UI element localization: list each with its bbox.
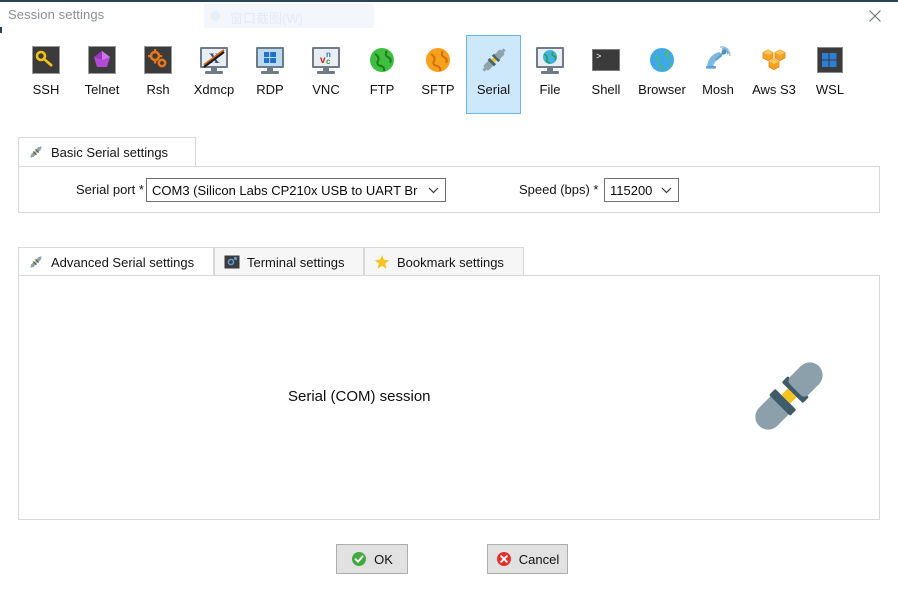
x-monitor-icon: X: [198, 44, 230, 76]
protocol-label: FTP: [369, 82, 395, 97]
serial-plug-icon: [28, 144, 44, 160]
windows-icon: [814, 44, 846, 76]
window-title: Session settings: [8, 7, 105, 22]
protocol-label: Serial: [476, 82, 511, 97]
tab-label: Terminal settings: [247, 254, 345, 270]
serial-port-value: COM3 (Silicon Labs CP210x USB to UART Br: [152, 182, 418, 198]
green-globe-icon: [366, 44, 398, 76]
key-icon: [30, 44, 62, 76]
svg-text:>: >: [596, 52, 601, 62]
ghost-dot-icon: [210, 11, 220, 21]
ghost-tooltip-text: 窗口截图(W): [230, 11, 303, 26]
protocol-label: Aws S3: [752, 82, 796, 97]
gears-icon: [142, 44, 174, 76]
tab-label: Basic Serial settings: [51, 144, 169, 160]
tab-bookmark-settings[interactable]: Bookmark settings: [364, 247, 524, 276]
tab-advanced-serial-settings[interactable]: Advanced Serial settings: [18, 247, 214, 276]
ok-label: OK: [374, 551, 393, 567]
serial-plug-icon: [478, 44, 510, 76]
protocol-item-shell[interactable]: > Shell: [580, 36, 632, 112]
tab-label: Bookmark settings: [397, 254, 504, 270]
protocol-label: RDP: [256, 82, 284, 97]
protocol-label: WSL: [815, 82, 845, 97]
tab-label: Advanced Serial settings: [51, 254, 195, 270]
star-icon: [374, 254, 390, 270]
protocol-toolbar: SSH Telnet Rsh X Xdmcp RDP v n c VNC FTP…: [0, 33, 898, 118]
protocol-item-browser[interactable]: Browser: [636, 36, 688, 112]
protocol-item-file[interactable]: File: [524, 36, 576, 112]
svg-text:c: c: [326, 57, 331, 66]
close-window-button[interactable]: [852, 2, 898, 29]
protocol-item-rdp[interactable]: RDP: [244, 36, 296, 112]
serial-port-label: Serial port *: [76, 182, 144, 197]
terminal-gear-icon: [224, 254, 240, 270]
protocol-label: SSH: [32, 82, 60, 97]
protocol-item-aws-s3[interactable]: Aws S3: [746, 36, 802, 112]
gem-icon: [86, 44, 118, 76]
satellite-icon: [702, 44, 734, 76]
ok-button[interactable]: OK: [336, 544, 408, 574]
protocol-item-xdmcp[interactable]: X Xdmcp: [188, 36, 240, 112]
speed-combobox[interactable]: 115200: [604, 178, 679, 202]
chevron-down-icon: [428, 179, 439, 201]
orange-globe-icon: [422, 44, 454, 76]
protocol-label: Shell: [591, 82, 621, 97]
chevron-down-icon: [661, 179, 672, 201]
basic-serial-settings-panel: Serial port * COM3 (Silicon Labs CP210x …: [18, 166, 880, 213]
protocol-item-mosh[interactable]: Mosh: [692, 36, 744, 112]
red-cross-icon: [496, 551, 512, 567]
protocol-label: Xdmcp: [193, 82, 235, 97]
serial-plug-icon: [28, 254, 44, 270]
protocol-item-rsh[interactable]: Rsh: [132, 36, 184, 112]
protocol-item-ssh[interactable]: SSH: [20, 36, 72, 112]
session-type-caption: Serial (COM) session: [288, 388, 431, 405]
serial-plug-large-icon: [748, 355, 830, 437]
ghost-tooltip-overlay: 窗口截图(W): [204, 4, 374, 28]
blue-globe-icon: [646, 44, 678, 76]
aws-cubes-icon: [758, 44, 790, 76]
green-check-icon: [351, 551, 367, 567]
protocol-item-serial[interactable]: Serial: [466, 35, 521, 114]
terminal-icon: >: [590, 44, 622, 76]
speed-label: Speed (bps) *: [519, 182, 599, 197]
serial-port-combobox[interactable]: COM3 (Silicon Labs CP210x USB to UART Br: [146, 178, 446, 202]
cancel-button[interactable]: Cancel: [487, 544, 568, 574]
protocol-item-telnet[interactable]: Telnet: [76, 36, 128, 112]
protocol-label: VNC: [312, 82, 340, 97]
vnc-monitor-icon: v n c: [310, 44, 342, 76]
file-monitor-icon: [534, 44, 566, 76]
protocol-label: SFTP: [421, 82, 455, 97]
protocol-item-wsl[interactable]: WSL: [804, 36, 856, 112]
protocol-label: File: [539, 82, 561, 97]
protocol-label: Mosh: [702, 82, 734, 97]
protocol-label: Telnet: [84, 82, 120, 97]
close-icon: [869, 9, 881, 22]
protocol-label: Browser: [638, 82, 686, 97]
windows-monitor-icon: [254, 44, 286, 76]
protocol-item-ftp[interactable]: FTP: [356, 36, 408, 112]
cancel-label: Cancel: [518, 551, 560, 567]
title-bar: Session settings 窗口截图(W): [0, 0, 898, 29]
protocol-label: Rsh: [146, 82, 170, 97]
protocol-item-vnc[interactable]: v n c VNC: [300, 36, 352, 112]
tab-basic-serial-settings[interactable]: Basic Serial settings: [18, 137, 196, 166]
tab-terminal-settings[interactable]: Terminal settings: [214, 247, 364, 276]
speed-value: 115200: [610, 182, 653, 198]
protocol-item-sftp[interactable]: SFTP: [412, 36, 464, 112]
